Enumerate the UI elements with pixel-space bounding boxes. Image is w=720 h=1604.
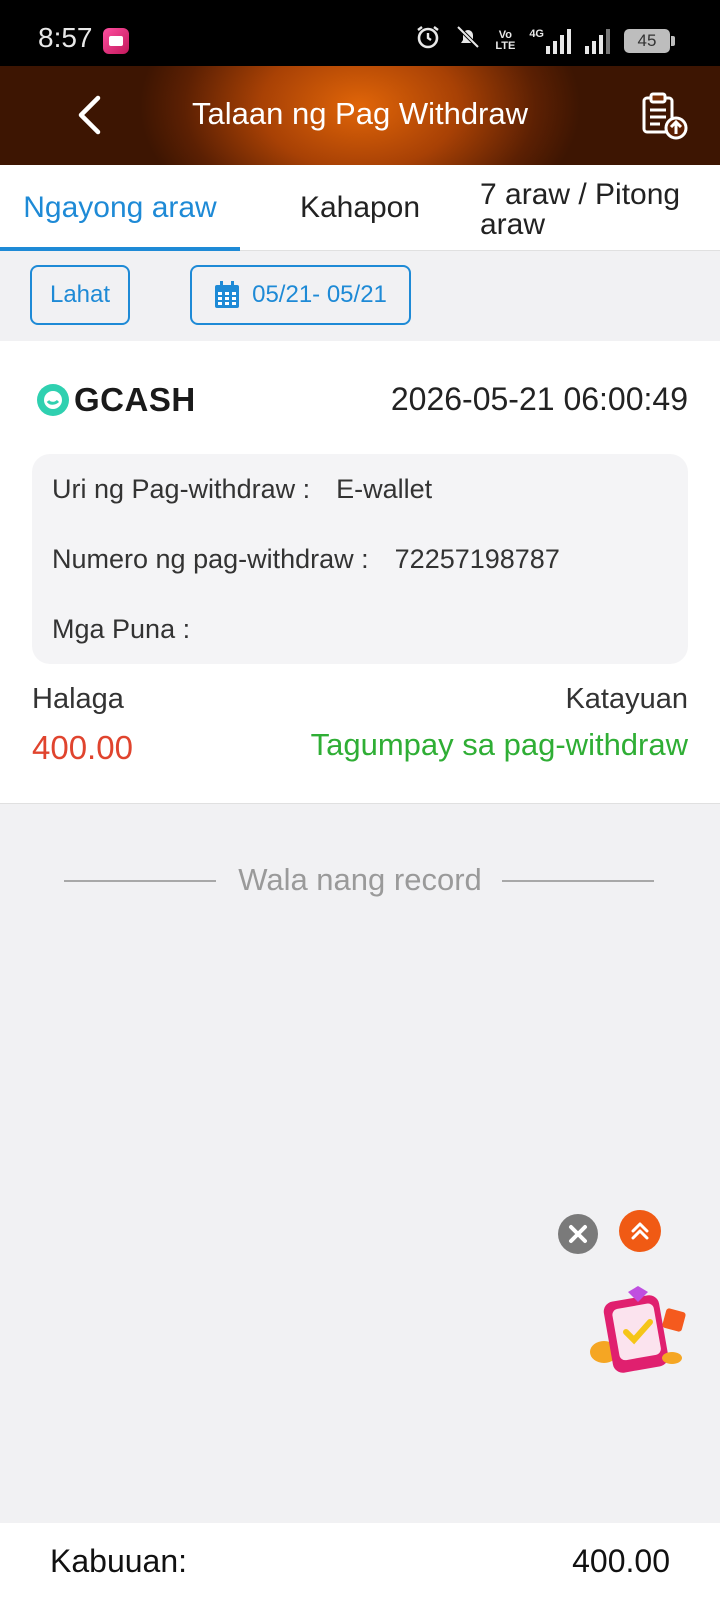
tab-yesterday[interactable]: Kahapon: [240, 165, 480, 251]
promo-gift-button[interactable]: [586, 1280, 696, 1380]
clipboard-upload-icon: [642, 92, 688, 140]
date-range-button[interactable]: 05/21- 05/21: [190, 265, 411, 325]
remarks-row: Mga Puna :: [52, 614, 216, 645]
total-footer: Kabuuan: 400.00: [0, 1523, 720, 1604]
status-bar: 8:57 Vo LTE 4G 45: [0, 0, 720, 66]
status-icons: Vo LTE 4G 45: [415, 24, 675, 58]
withdraw-number-value: 72257198787: [394, 544, 560, 574]
withdraw-type-label: Uri ng Pag-withdraw :: [52, 474, 311, 504]
scroll-top-button[interactable]: [619, 1210, 661, 1252]
signal-4g-icon: 4G: [529, 28, 571, 54]
total-label: Kabuuan:: [50, 1543, 188, 1579]
calendar-icon: [215, 281, 240, 308]
date-range-label: 05/21- 05/21: [252, 281, 387, 308]
double-chevron-up-icon: [631, 1222, 649, 1240]
no-more-records: Wala nang record: [0, 860, 720, 900]
page-title: Talaan ng Pag Withdraw: [191, 96, 529, 131]
export-records-button[interactable]: [638, 90, 692, 144]
withdraw-record-card: GCASH 2026-05-21 06:00:49 Uri ng Pag-wit…: [0, 341, 720, 804]
tab-seven-days[interactable]: 7 araw / Pitong araw: [480, 165, 720, 251]
date-tabs: Ngayong araw Kahapon 7 araw / Pitong ara…: [0, 165, 720, 251]
status-label: Katayuan: [565, 683, 688, 715]
payment-method: GCASH: [36, 381, 196, 419]
network-label: 4G: [529, 28, 544, 40]
app-header: Talaan ng Pag Withdraw: [0, 66, 720, 165]
filter-all-button[interactable]: Lahat: [30, 265, 130, 325]
volte-line2: LTE: [495, 40, 516, 52]
signal-bars-icon: [585, 28, 610, 54]
payment-method-name: GCASH: [74, 381, 196, 418]
close-icon: [569, 1225, 587, 1243]
withdraw-type-value: E-wallet: [336, 474, 433, 504]
divider-right: [502, 880, 654, 882]
amount-value: 400.00: [32, 729, 133, 766]
withdraw-number-label: Numero ng pag-withdraw :: [52, 544, 369, 574]
status-time: 8:57: [38, 22, 93, 53]
total-value: 400.00: [572, 1543, 670, 1579]
mute-bell-icon: [455, 24, 481, 58]
volte-icon: Vo LTE: [495, 30, 515, 52]
alarm-icon: [415, 24, 441, 58]
filter-bar: Lahat 05/21- 05/21: [0, 251, 720, 341]
close-promo-button[interactable]: [558, 1214, 598, 1254]
tab-today[interactable]: Ngayong araw: [0, 165, 240, 251]
gift-box-icon: [590, 1286, 686, 1373]
gcash-logo-icon: [37, 384, 69, 416]
app-notification-icon: [103, 28, 129, 54]
amount-label: Halaga: [32, 683, 124, 715]
status-value: Tagumpay sa pag-withdraw: [310, 727, 688, 762]
withdraw-number-row: Numero ng pag-withdraw : 72257198787: [52, 544, 560, 575]
remarks-label: Mga Puna :: [52, 614, 191, 644]
record-datetime: 2026-05-21 06:00:49: [390, 381, 688, 417]
record-details: Uri ng Pag-withdraw : E-wallet Numero ng …: [32, 454, 688, 664]
battery-icon: 45: [624, 29, 675, 53]
withdraw-type-row: Uri ng Pag-withdraw : E-wallet: [52, 474, 432, 505]
